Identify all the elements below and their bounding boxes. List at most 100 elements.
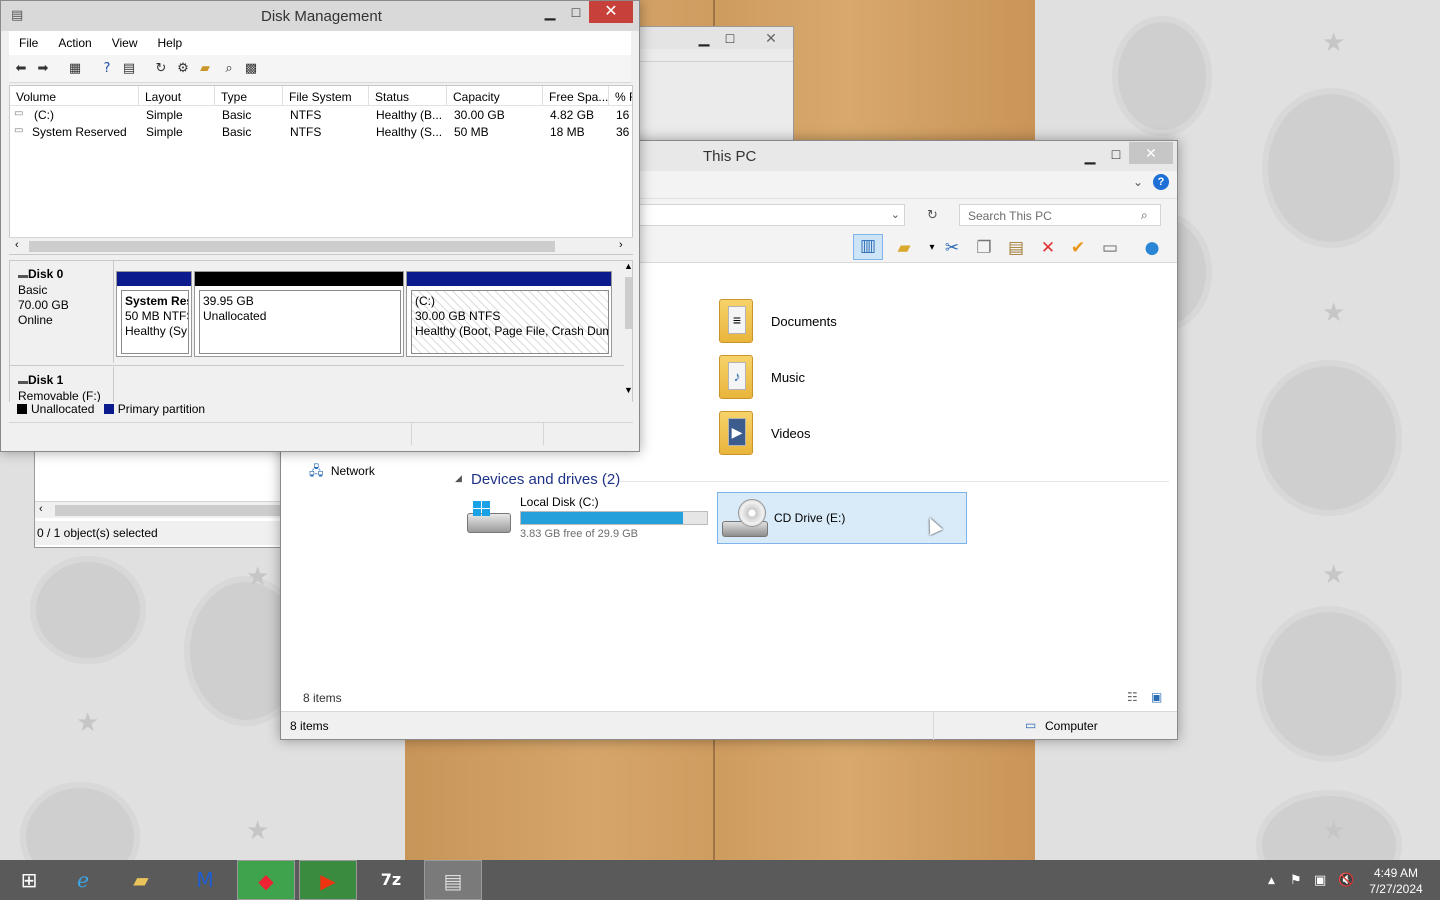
disk-map[interactable]: ▬Disk 0 Basic 70.00 GB Online System Res… [9, 260, 633, 418]
folder-label: Documents [771, 314, 837, 329]
table-row[interactable]: ▭ (C:) Simple Basic NTFS Healthy (B... 3… [10, 106, 632, 123]
column-volume[interactable]: Volume [10, 86, 139, 106]
legend: Unallocated Primary partition [9, 402, 633, 418]
copy-icon[interactable]: ❐ [973, 237, 995, 259]
preview-pane-icon[interactable]: ▥ [853, 234, 883, 260]
devices-section-header[interactable]: Devices and drives (2) [471, 471, 620, 488]
search-input[interactable]: Search This PC [959, 204, 1161, 226]
scrollbar-thumb[interactable] [55, 505, 281, 516]
clock-date: 7/27/2024 [1369, 882, 1423, 896]
cell-capacity: 30.00 GB [454, 108, 505, 122]
delete-icon[interactable]: ✕ [1037, 237, 1059, 259]
column-layout[interactable]: Layout [139, 86, 215, 106]
vertical-scrollbar[interactable]: ▲ ▼ [624, 261, 632, 401]
maximize-icon[interactable]: □ [715, 27, 745, 49]
column-free-space[interactable]: Free Spa... [543, 86, 609, 106]
back-icon[interactable]: ⬅ [11, 59, 31, 79]
show-hide-tree-icon[interactable]: ▦ [65, 59, 85, 79]
properties-icon[interactable]: ▤ [119, 59, 139, 79]
file-explorer-icon[interactable]: ▰ [112, 860, 170, 900]
horizontal-scrollbar[interactable]: ‹ › [9, 237, 633, 254]
help-icon[interactable]: ? [1153, 174, 1169, 190]
address-bar[interactable]: ⌄ [635, 204, 905, 226]
background-window-left[interactable]: ‹ 0 / 1 object(s) selected [34, 448, 282, 548]
close-icon[interactable]: ✕ [589, 1, 633, 23]
scrollbar-thumb[interactable] [625, 277, 632, 329]
drive-local-c[interactable]: Local Disk (C:) 3.83 GB free of 29.9 GB [465, 495, 715, 545]
menu-help[interactable]: Help [148, 31, 193, 50]
forward-icon[interactable]: ➡ [33, 59, 53, 79]
search-icon[interactable]: ⌕ [1141, 208, 1148, 223]
partition-system-reserved[interactable]: System Res 50 MB NTFS Healthy (Sy [116, 271, 192, 357]
disk-management-titlebar[interactable]: ▤ Disk Management ▁ □ ✕ [1, 1, 639, 31]
disk-0-label[interactable]: ▬Disk 0 Basic 70.00 GB Online [10, 261, 114, 363]
flag-icon[interactable]: ⚑ [1290, 873, 1302, 888]
network-icon[interactable]: ▣ [1314, 873, 1326, 888]
paste-icon[interactable]: ▤ [1005, 237, 1027, 259]
nav-network[interactable]: 🖧 Network [309, 462, 375, 484]
internet-explorer-icon[interactable]: ℯ [54, 860, 112, 900]
chevron-down-icon[interactable]: ⌄ [1133, 175, 1143, 189]
help-icon[interactable]: ? [97, 59, 117, 79]
large-icons-view-icon[interactable]: ▣ [1151, 690, 1162, 704]
globe-icon[interactable]: ● [1141, 237, 1163, 259]
maximize-icon[interactable]: □ [561, 1, 591, 23]
column-percent-free[interactable]: % F [609, 86, 632, 106]
app-icon-red-play[interactable]: ▶ [299, 860, 357, 900]
grid-icon[interactable]: ▩ [241, 59, 261, 79]
start-button[interactable]: ⊞ [0, 860, 58, 900]
cut-icon[interactable]: ✂ [941, 237, 963, 259]
refresh-icon[interactable]: ↻ [151, 59, 171, 79]
checkmark-icon[interactable]: ✔ [1067, 237, 1089, 259]
disk-1-label[interactable]: ▬Disk 1 Removable (F:) [10, 367, 114, 403]
menu-view[interactable]: View [102, 31, 148, 50]
wallpaper-bubble [1256, 360, 1402, 516]
close-icon[interactable]: ✕ [749, 27, 793, 49]
cell-percent-free: 16 [616, 108, 630, 122]
maximize-icon[interactable]: □ [1101, 143, 1131, 165]
disk-management-window[interactable]: ▤ Disk Management ▁ □ ✕ File Action View He… [0, 0, 640, 452]
folder-properties-icon[interactable]: ▰ [893, 237, 915, 259]
volume-muted-icon[interactable]: 🔇 [1338, 873, 1354, 888]
details-view-icon[interactable]: ☷ [1127, 690, 1138, 704]
disk-management-taskbar-icon[interactable]: ▤ [424, 860, 482, 900]
disk-state: Online [18, 313, 53, 327]
scrollbar-thumb[interactable] [29, 241, 555, 252]
settings-icon[interactable]: ⚙ [173, 59, 193, 79]
chevron-down-icon[interactable]: ▾ [921, 237, 943, 259]
column-capacity[interactable]: Capacity [447, 86, 543, 106]
collapse-icon[interactable]: ◢ [455, 473, 462, 484]
column-type[interactable]: Type [215, 86, 283, 106]
refresh-icon[interactable]: ↻ [927, 207, 938, 223]
partition-c[interactable]: (C:) 30.00 GB NTFS Healthy (Boot, Page F… [406, 271, 612, 357]
show-hidden-icons-icon[interactable]: ▲ [1268, 876, 1275, 886]
scroll-down-icon[interactable]: ▼ [624, 385, 632, 395]
volume-list[interactable]: Volume Layout Type File System Status Ca… [9, 85, 633, 255]
open-folder-icon[interactable]: ▰ [195, 59, 215, 79]
search-icon[interactable]: ⌕ [219, 59, 239, 79]
scroll-up-icon[interactable]: ▲ [624, 261, 632, 271]
column-status[interactable]: Status [369, 86, 447, 106]
app-icon: ▤ [11, 7, 24, 22]
chevron-down-icon[interactable]: ⌄ [891, 208, 900, 221]
cell-file-system: NTFS [290, 125, 322, 139]
wallpaper-bubble [1262, 88, 1400, 248]
malwarebytes-icon[interactable]: M [176, 860, 234, 900]
column-file-system[interactable]: File System [283, 86, 369, 106]
partition-unallocated[interactable]: 39.95 GB Unallocated [194, 271, 404, 357]
rename-icon[interactable]: ▭ [1099, 237, 1121, 259]
background-window[interactable]: ▁ □ ✕ [634, 26, 794, 156]
menu-file[interactable]: File [9, 31, 48, 50]
app-icon-red-box[interactable]: ◆ [237, 860, 295, 900]
disk-type: Basic [18, 283, 48, 297]
close-icon[interactable]: ✕ [1129, 142, 1173, 164]
menu-action[interactable]: Action [48, 31, 101, 50]
scroll-left-icon[interactable]: ‹ [39, 503, 43, 515]
partition-details: (C:) 30.00 GB NTFS Healthy (Boot, Page F… [411, 290, 609, 354]
scroll-left-icon[interactable]: ‹ [15, 239, 19, 251]
horizontal-scrollbar[interactable]: ‹ [35, 501, 281, 518]
7zip-icon[interactable]: 7z [362, 860, 420, 900]
table-row[interactable]: ▭ System Reserved Simple Basic NTFS Heal… [10, 123, 632, 140]
scroll-right-icon[interactable]: › [619, 239, 623, 251]
clock[interactable]: 4:49 AM 7/27/2024 [1360, 865, 1432, 897]
